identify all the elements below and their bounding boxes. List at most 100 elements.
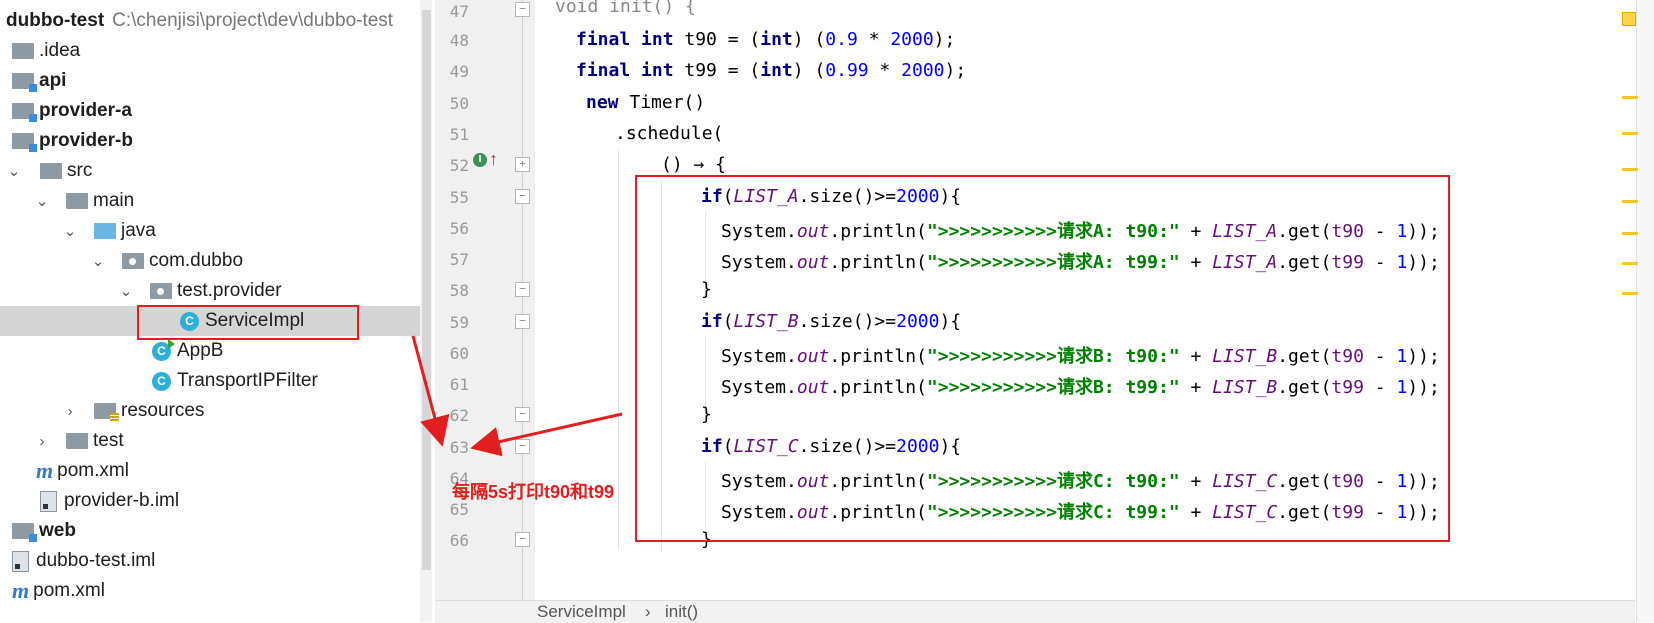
code-line-48: final int t90 = (int) (0.9 * 2000); — [576, 29, 956, 50]
tree-item-idea[interactable]: .idea — [0, 36, 432, 66]
tree-item-appb[interactable]: C AppB — [0, 336, 432, 366]
tree-item-label: web — [39, 520, 76, 541]
line-number: 60 — [449, 344, 469, 363]
tree-item-pom-xml[interactable]: m pom.xml — [0, 456, 432, 486]
tree-item-java[interactable]: ⌄ java — [0, 216, 432, 246]
tree-item-main[interactable]: ⌄ main — [0, 186, 432, 216]
warning-marker[interactable] — [1622, 168, 1638, 171]
fold-icon[interactable]: − — [515, 189, 530, 204]
tree-item-label: .idea — [39, 40, 81, 61]
code-line-60: System.out.println(">>>>>>>>>>>请求B: t90:… — [721, 346, 1440, 367]
line-number: 62 — [449, 406, 469, 425]
tree-item-label: dubbo-test.iml — [36, 550, 156, 571]
tree-item-label: test — [93, 430, 124, 451]
fold-guide — [522, 0, 523, 600]
code-line-49: final int t99 = (int) (0.99 * 2000); — [576, 60, 967, 81]
chevron-right-icon[interactable]: › — [34, 433, 50, 450]
package-icon — [122, 253, 144, 269]
code-line-63: if(LIST_C.size()>=2000){ — [701, 436, 962, 457]
fold-icon[interactable]: − — [515, 532, 530, 547]
code-line-66: } — [701, 529, 712, 550]
code-line-64: System.out.println(">>>>>>>>>>>请求C: t90:… — [721, 471, 1440, 492]
fold-icon[interactable]: − — [515, 314, 530, 329]
chevron-down-icon[interactable]: ⌄ — [118, 282, 134, 300]
tree-item-com-dubbo[interactable]: ⌄ com.dubbo — [0, 246, 432, 276]
tree-item-web[interactable]: web — [0, 516, 432, 546]
tree-item-label: src — [67, 160, 93, 181]
warning-marker[interactable] — [1622, 200, 1638, 203]
tree-item-test-provider[interactable]: ⌄ test.provider — [0, 276, 432, 306]
module-folder-icon — [12, 523, 37, 542]
tree-item-transportipfilter[interactable]: C TransportIPFilter — [0, 366, 432, 396]
code-line-52: () → { — [661, 154, 727, 175]
code-line-61: System.out.println(">>>>>>>>>>>请求B: t99:… — [721, 377, 1440, 398]
code-line-62: } — [701, 404, 712, 425]
tree-item-provider-a[interactable]: provider-a — [0, 96, 432, 126]
tree-item-test[interactable]: › test — [0, 426, 432, 456]
tree-item-label: main — [93, 190, 135, 211]
line-number: 47 — [449, 2, 469, 21]
line-number: 51 — [449, 125, 469, 144]
code-line-56: System.out.println(">>>>>>>>>>>请求A: t90:… — [721, 221, 1440, 242]
warning-marker[interactable] — [1622, 262, 1638, 265]
warning-marker[interactable] — [1622, 292, 1638, 295]
line-number: 56 — [449, 219, 469, 238]
tree-item-provider-b[interactable]: provider-b — [0, 126, 432, 156]
tree-item-root-pom-xml[interactable]: m pom.xml — [0, 576, 432, 606]
tree-item-provider-b-iml[interactable]: provider-b.iml — [0, 486, 432, 516]
implementation-gutter-icon[interactable]: I — [473, 153, 487, 167]
tree-item-label: test.provider — [177, 280, 282, 301]
tree-item-resources[interactable]: › resources — [0, 396, 432, 426]
source-folder-icon — [94, 223, 116, 239]
line-number: 63 — [449, 438, 469, 457]
chevron-down-icon[interactable]: ⌄ — [62, 222, 78, 240]
breadcrumb-separator: › — [645, 602, 651, 621]
module-folder-icon — [12, 133, 37, 152]
warning-status-icon[interactable] — [1622, 12, 1636, 26]
project-tree: dubbo-test C:\chenjisi\project\dev\dubbo… — [0, 0, 432, 622]
tree-scrollbar-thumb[interactable] — [422, 10, 431, 570]
tree-root[interactable]: dubbo-test C:\chenjisi\project\dev\dubbo… — [0, 6, 432, 36]
code-line-50: new Timer() — [586, 92, 706, 113]
warning-marker[interactable] — [1622, 96, 1638, 99]
expand-icon[interactable]: + — [515, 157, 530, 172]
iml-file-icon — [40, 490, 57, 512]
folder-icon — [66, 433, 88, 449]
chevron-down-icon[interactable]: ⌄ — [90, 252, 106, 270]
chevron-down-icon[interactable]: ⌄ — [6, 162, 22, 180]
fold-icon[interactable]: − — [515, 2, 530, 17]
code-editor[interactable]: 47 48 49 50 51 52 55 56 57 58 59 60 61 6… — [435, 0, 1552, 600]
warning-marker[interactable] — [1622, 132, 1638, 135]
fold-icon[interactable]: − — [515, 282, 530, 297]
fold-icon[interactable]: − — [515, 407, 530, 422]
folder-icon — [66, 193, 88, 209]
tree-item-serviceimpl[interactable]: C ServiceImpl — [0, 306, 432, 336]
tree-item-dubbo-test-iml[interactable]: dubbo-test.iml — [0, 546, 432, 576]
package-icon — [150, 283, 172, 299]
chevron-down-icon[interactable]: ⌄ — [34, 192, 50, 210]
breadcrumb-class[interactable]: ServiceImpl — [537, 602, 626, 622]
class-icon: C — [152, 371, 171, 391]
breadcrumb-method[interactable]: init() — [665, 602, 698, 622]
maven-icon: m — [12, 578, 30, 603]
line-number: 52 — [449, 156, 469, 175]
editor-breadcrumb: ServiceImpl › init() — [435, 600, 1635, 623]
class-icon: C — [180, 311, 199, 331]
code-line-51: .schedule( — [615, 123, 724, 144]
line-number: 48 — [449, 31, 469, 50]
tree-item-label: resources — [121, 400, 205, 421]
tree-item-api[interactable]: api — [0, 66, 432, 96]
line-number: 55 — [449, 188, 469, 207]
annotation-text: 每隔5s打印t90和t99 — [452, 482, 615, 502]
runnable-class-icon: C — [152, 338, 175, 361]
tree-item-label: api — [39, 70, 67, 91]
tree-item-label: pom.xml — [57, 460, 129, 481]
fold-icon[interactable]: − — [515, 439, 530, 454]
module-folder-icon — [12, 103, 37, 122]
editor-scrollbar[interactable] — [1636, 0, 1654, 622]
code-line-58: } — [701, 279, 712, 300]
tree-item-src[interactable]: ⌄ src — [0, 156, 432, 186]
line-number: 66 — [449, 531, 469, 550]
warning-marker[interactable] — [1622, 232, 1638, 235]
chevron-right-icon[interactable]: › — [62, 403, 78, 420]
